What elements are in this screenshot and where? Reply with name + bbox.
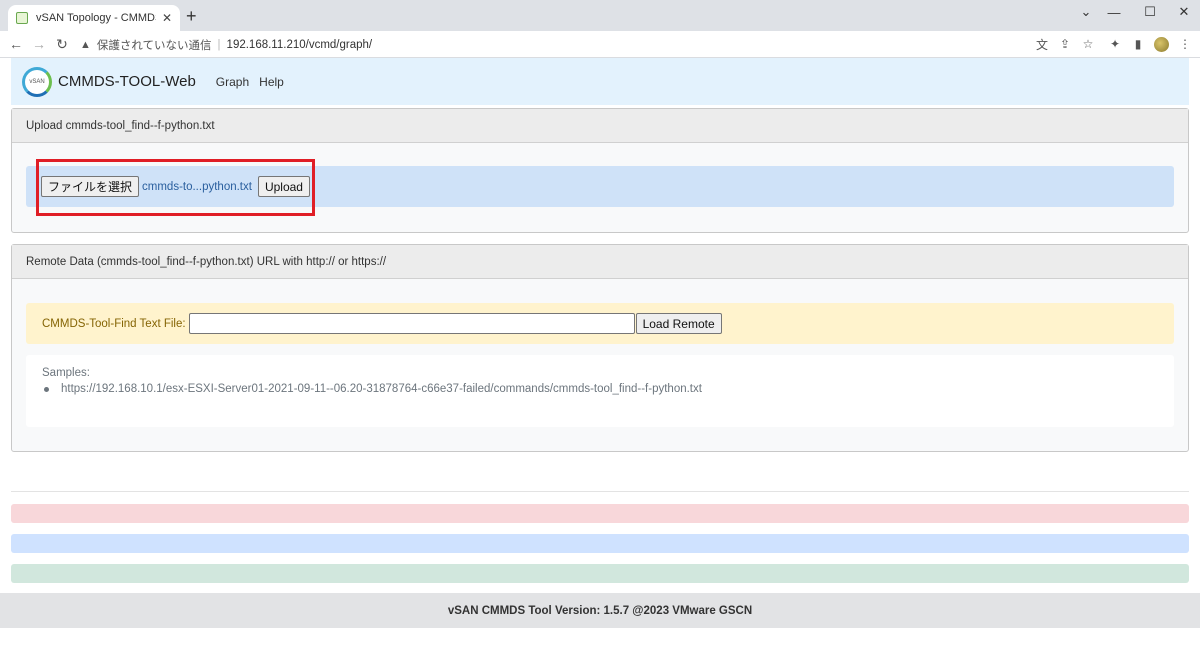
upload-card-header: Upload cmmds-tool_find--f-python.txt [12,109,1188,143]
samples-box: Samples: https://192.168.10.1/esx-ESXI-S… [26,355,1174,427]
alert-info-bar [11,534,1189,553]
list-item: https://192.168.10.1/esx-ESXI-Server01-2… [42,383,1158,395]
warning-icon[interactable]: ▲ [80,39,91,51]
bottom-strip [0,628,1200,648]
avatar[interactable] [1152,35,1170,53]
content-divider [11,491,1189,492]
url-text: 192.168.11.210/vcmd/graph/ [226,38,373,51]
remote-data-card: Remote Data (cmmds-tool_find--f-python.t… [11,244,1189,452]
remote-card-header: Remote Data (cmmds-tool_find--f-python.t… [12,245,1188,279]
security-status: 保護されていない通信 [96,39,212,52]
browser-tab-bar: vSAN Topology - CMMDS-TOOL ✕ + ⌄ — ☐ ✕ [0,0,1200,31]
reload-icon[interactable]: ↻ [52,34,72,54]
tab-title: vSAN Topology - CMMDS-TOOL [36,12,156,24]
remote-url-input[interactable] [188,313,635,334]
share-icon[interactable]: ⇪ [1056,35,1074,53]
address-bar[interactable]: ▲ 保護されていない通信 | 192.168.11.210/vcmd/graph… [80,34,1100,55]
app-navbar: vSAN CMMDS-TOOL-Web Graph Help [11,58,1189,105]
app-brand[interactable]: CMMDS-TOOL-Web [58,73,196,90]
browser-toolbar: ← → ↻ ▲ 保護されていない通信 | 192.168.11.210/vcmd… [0,31,1200,58]
alert-success-bar [11,564,1189,583]
star-icon[interactable]: ☆ [1079,35,1097,53]
highlight-annotation-box [36,159,315,216]
nav-link-help[interactable]: Help [259,75,284,89]
window-close-icon[interactable]: ✕ [1166,0,1200,24]
sidebar-icon[interactable]: ▮ [1129,35,1147,53]
sample-url: https://192.168.10.1/esx-ESXI-Server01-2… [61,383,702,395]
vsan-logo[interactable]: vSAN [22,66,52,97]
minimize-icon[interactable]: — [1096,0,1132,24]
translate-icon[interactable]: 文 [1033,35,1051,53]
browser-tab[interactable]: vSAN Topology - CMMDS-TOOL ✕ [8,5,180,31]
tab-favicon-icon [16,12,28,24]
back-arrow-icon[interactable]: ← [6,34,26,54]
footer-version-text: vSAN CMMDS Tool Version: 1.5.7 @2023 VMw… [447,604,753,617]
new-tab-button[interactable]: + [186,6,197,27]
page-footer: vSAN CMMDS Tool Version: 1.5.7 @2023 VMw… [0,593,1200,628]
kebab-menu-icon[interactable]: ⋮ [1176,35,1194,53]
remote-form-row: CMMDS-Tool-Find Text File: Load Remote [26,303,1174,344]
alert-danger-bar [11,504,1189,523]
puzzle-icon[interactable]: ✦ [1106,35,1124,53]
bullet-icon [44,386,49,392]
maximize-icon[interactable]: ☐ [1132,0,1168,24]
tab-close-icon[interactable]: ✕ [162,11,172,25]
nav-link-graph[interactable]: Graph [216,75,249,89]
load-remote-button[interactable]: Load Remote [635,313,722,334]
url-separator: | [217,38,221,51]
forward-arrow-icon[interactable]: → [29,34,49,54]
remote-file-label: CMMDS-Tool-Find Text File: [42,317,186,330]
samples-label: Samples: [42,367,90,379]
upload-card: Upload cmmds-tool_find--f-python.txt ファイ… [11,108,1189,233]
